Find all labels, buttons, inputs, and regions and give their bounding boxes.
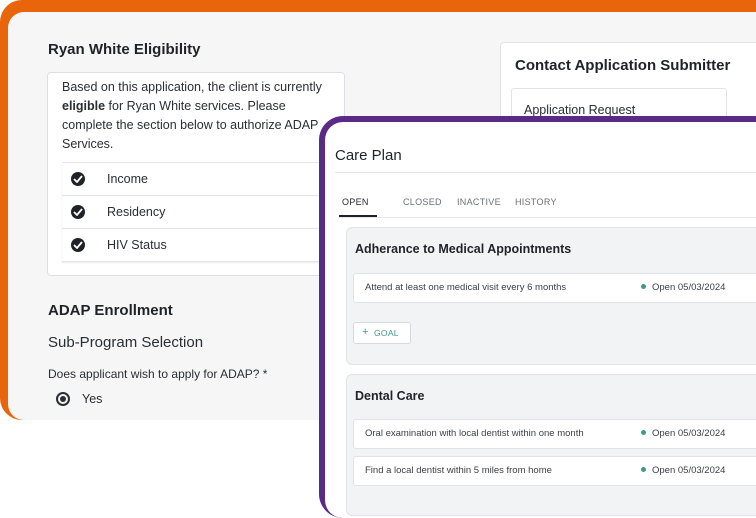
check-circle-icon xyxy=(71,238,85,252)
check-label: HIV Status xyxy=(107,238,167,252)
care-plan-section: Adherance to Medical Appointments Attend… xyxy=(346,227,756,365)
goal-status: Open 05/03/2024 xyxy=(641,282,725,293)
check-row-residency: Residency xyxy=(62,196,344,229)
tab-closed[interactable]: CLOSED xyxy=(403,197,442,207)
adap-enrollment-title: ADAP Enrollment xyxy=(48,302,173,319)
eligible-emphasis: eligible xyxy=(62,99,106,113)
care-plan-title: Care Plan xyxy=(335,147,402,164)
section-title: Dental Care xyxy=(355,389,425,403)
check-row-hiv-status: HIV Status xyxy=(62,229,344,262)
tab-inactive[interactable]: INACTIVE xyxy=(457,197,501,207)
care-plan-card-frame: Care Plan OPEN CLOSED INACTIVE HISTORY A… xyxy=(319,116,756,518)
divider xyxy=(335,172,756,173)
eligibility-box: Based on this application, the client is… xyxy=(47,72,345,276)
status-dot-icon xyxy=(641,467,646,472)
goal-row[interactable]: Attend at least one medical visit every … xyxy=(353,273,756,303)
application-request-label: Application Request xyxy=(524,103,636,117)
care-plan-card: Care Plan OPEN CLOSED INACTIVE HISTORY A… xyxy=(325,122,756,518)
add-goal-button[interactable]: + GOAL xyxy=(353,322,411,344)
goal-status: Open 05/03/2024 xyxy=(641,428,725,439)
eligibility-description: Based on this application, the client is… xyxy=(62,80,322,151)
sub-program-title: Sub-Program Selection xyxy=(48,334,204,351)
check-label: Income xyxy=(107,172,148,186)
check-circle-icon xyxy=(71,172,85,186)
check-circle-icon xyxy=(71,205,85,219)
yes-radio-button[interactable] xyxy=(56,392,70,406)
adap-question: Does applicant wish to apply for ADAP? * xyxy=(48,367,268,381)
check-row-income: Income xyxy=(62,163,344,196)
section-title: Adherance to Medical Appointments xyxy=(355,242,572,256)
status-dot-icon xyxy=(641,430,646,435)
tab-open[interactable]: OPEN xyxy=(342,197,369,207)
goal-row[interactable]: Oral examination with local dentist with… xyxy=(353,419,756,449)
divider xyxy=(339,217,756,218)
contact-title: Contact Application Submitter xyxy=(515,57,731,74)
check-label: Residency xyxy=(107,205,166,219)
goal-status: Open 05/03/2024 xyxy=(641,465,725,476)
goal-text: Attend at least one medical visit every … xyxy=(365,282,567,293)
add-goal-label: GOAL xyxy=(374,328,399,338)
status-dot-icon xyxy=(641,284,646,289)
eligibility-checklist: Income Residency HIV Status xyxy=(62,162,344,262)
goal-text: Oral examination with local dentist with… xyxy=(365,428,584,439)
yes-radio-label[interactable]: Yes xyxy=(82,392,102,406)
tab-history[interactable]: HISTORY xyxy=(515,197,557,207)
goal-text: Find a local dentist within 5 miles from… xyxy=(365,465,552,476)
goal-row[interactable]: Find a local dentist within 5 miles from… xyxy=(353,456,756,486)
plus-icon: + xyxy=(362,326,369,338)
eligibility-title: Ryan White Eligibility xyxy=(48,41,201,58)
care-plan-section: Dental Care Oral examination with local … xyxy=(346,374,756,516)
